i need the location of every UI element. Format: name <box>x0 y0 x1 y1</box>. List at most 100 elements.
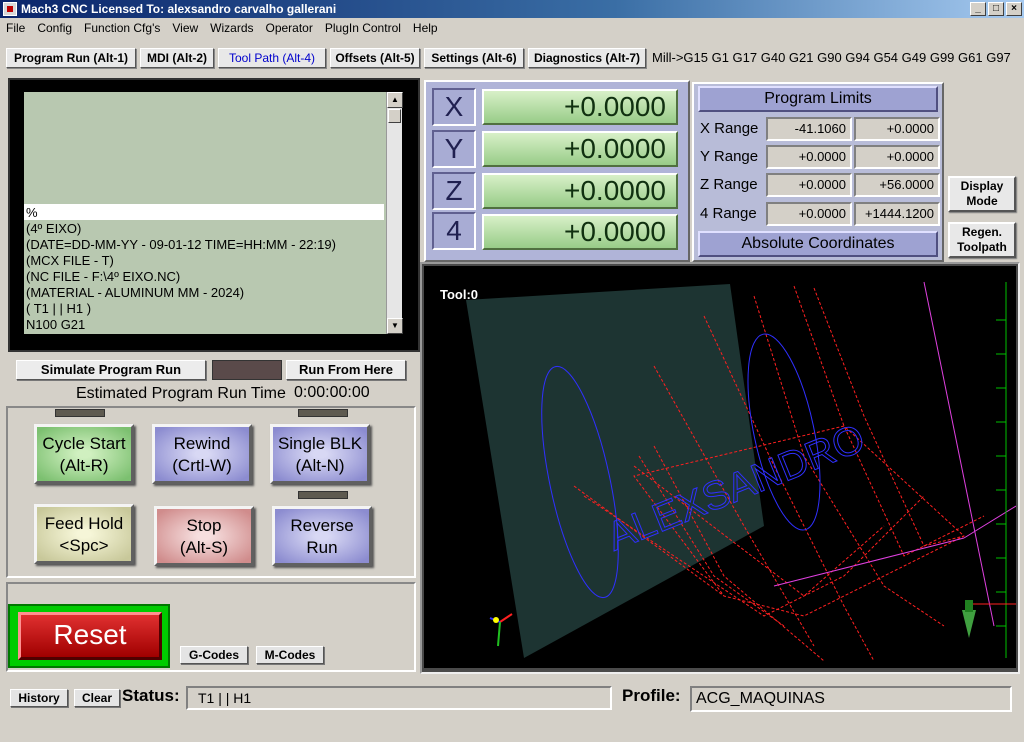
axis-x-label[interactable]: X <box>432 88 476 126</box>
menu-view[interactable]: View <box>166 21 204 35</box>
a-range-label: 4 Range <box>700 205 757 222</box>
feed-hold-hotkey: <Spc> <box>59 536 109 555</box>
rewind-button[interactable]: Rewind (Crtl-W) <box>152 424 252 484</box>
scroll-down-icon[interactable]: ▼ <box>387 318 403 334</box>
menu-help[interactable]: Help <box>407 21 444 35</box>
menu-plugin-control[interactable]: PlugIn Control <box>319 21 407 35</box>
feed-hold-button[interactable]: Feed Hold <Spc> <box>34 504 134 564</box>
feed-hold-label: Feed Hold <box>44 514 124 533</box>
gcode-line: (MCX FILE - T) <box>26 253 114 268</box>
toolpath-display[interactable]: Tool:0 ALEXSANDRO <box>424 266 1016 668</box>
scroll-thumb[interactable] <box>388 109 401 123</box>
gcode-current-line: % <box>26 205 38 220</box>
z-range-max: +56.0000 <box>854 173 940 197</box>
regen-label: Regen. <box>961 225 1002 239</box>
stop-hotkey: (Alt-S) <box>179 538 229 557</box>
tab-offsets[interactable]: Offsets (Alt-5) <box>330 48 420 68</box>
estimated-run-time-value: 0:00:00:00 <box>294 384 370 401</box>
simulate-program-run-button[interactable]: Simulate Program Run <box>16 360 206 380</box>
gcode-line: (4º EIXO) <box>26 221 82 236</box>
status-message: T1 | | H1 <box>186 686 612 710</box>
single-block-button[interactable]: Single BLK (Alt-N) <box>270 424 370 484</box>
gcode-listing[interactable]: % (4º EIXO) (DATE=DD-MM-YY - 09-01-12 TI… <box>24 92 403 334</box>
status-label: Status: <box>122 686 180 705</box>
absolute-coordinates-label[interactable]: Absolute Coordinates <box>698 231 938 257</box>
profile-label: Profile: <box>622 686 681 705</box>
dro-y-value[interactable]: +0.0000 <box>482 131 678 167</box>
dro-4-value[interactable]: +0.0000 <box>482 214 678 250</box>
cycle-start-led <box>55 409 105 417</box>
rewind-label: Rewind <box>173 434 231 453</box>
single-block-led <box>298 409 348 417</box>
axis-y-label[interactable]: Y <box>432 130 476 168</box>
gcode-line: (NC FILE - F:\4º EIXO.NC) <box>26 269 181 284</box>
y-range-max: +0.0000 <box>854 145 940 169</box>
tab-program-run[interactable]: Program Run (Alt-1) <box>6 48 136 68</box>
minimize-button[interactable]: _ <box>970 2 986 16</box>
scroll-up-icon[interactable]: ▲ <box>387 92 403 108</box>
tab-settings[interactable]: Settings (Alt-6) <box>424 48 524 68</box>
reverse-run-label: Reverse <box>290 516 354 535</box>
title-bar: Mach3 CNC Licensed To: alexsandro carval… <box>0 0 1024 18</box>
close-button[interactable]: × <box>1006 2 1022 16</box>
gcode-listing-panel: % (4º EIXO) (DATE=DD-MM-YY - 09-01-12 TI… <box>8 78 420 352</box>
tab-diagnostics[interactable]: Diagnostics (Alt-7) <box>528 48 646 68</box>
dro-z-value[interactable]: +0.0000 <box>482 173 678 209</box>
cycle-start-button[interactable]: Cycle Start (Alt-R) <box>34 424 134 484</box>
reset-button[interactable]: Reset <box>18 612 162 660</box>
stop-label: Stop <box>186 516 222 535</box>
maximize-button[interactable]: □ <box>988 2 1004 16</box>
gcode-line: ( T1 | | H1 ) <box>26 301 92 316</box>
tab-tool-path[interactable]: Tool Path (Alt-4) <box>218 48 326 68</box>
history-button[interactable]: History <box>10 689 68 707</box>
clear-button[interactable]: Clear <box>74 689 120 707</box>
z-range-label: Z Range <box>700 176 758 193</box>
profile-value: ACG_MAQUINAS <box>690 686 1012 712</box>
x-range-label: X Range <box>700 120 759 137</box>
display-mode-button[interactable]: Display Mode <box>948 176 1016 212</box>
mcodes-button[interactable]: M-Codes <box>256 646 324 664</box>
app-icon <box>3 2 17 16</box>
gcode-line: (DATE=DD-MM-YY - 09-01-12 TIME=HH:MM - 2… <box>26 237 336 252</box>
display-mode-label-2: Mode <box>966 194 998 208</box>
z-range-min: +0.0000 <box>766 173 852 197</box>
modal-gcode-state: Mill->G15 G1 G17 G40 G21 G90 G94 G54 G49… <box>652 50 1011 65</box>
y-range-label: Y Range <box>700 148 759 165</box>
axis-z-label[interactable]: Z <box>432 172 476 210</box>
menu-config[interactable]: Config <box>31 21 78 35</box>
a-range-min: +0.0000 <box>766 202 852 226</box>
reverse-run-led <box>298 491 348 499</box>
stop-button[interactable]: Stop (Alt-S) <box>154 506 254 566</box>
window-title: Mach3 CNC Licensed To: alexsandro carval… <box>21 2 337 16</box>
gcodes-button[interactable]: G-Codes <box>180 646 248 664</box>
run-from-here-button[interactable]: Run From Here <box>286 360 406 380</box>
display-mode-label: Display <box>960 179 1004 193</box>
axis-4-label[interactable]: 4 <box>432 212 476 250</box>
cycle-start-label: Cycle Start <box>42 434 126 453</box>
estimated-run-time-label: Estimated Program Run Time <box>76 385 286 402</box>
current-line-highlight <box>24 204 384 220</box>
menu-function-cfgs[interactable]: Function Cfg's <box>78 21 166 35</box>
cycle-start-hotkey: (Alt-R) <box>59 456 109 475</box>
a-range-max: +1444.1200 <box>854 202 940 226</box>
menu-file[interactable]: File <box>0 21 31 35</box>
program-limits-title: Program Limits <box>698 86 938 112</box>
single-block-label: Single BLK <box>277 434 363 453</box>
simulate-indicator <box>212 360 282 380</box>
dro-x-value[interactable]: +0.0000 <box>482 89 678 125</box>
x-range-max: +0.0000 <box>854 117 940 141</box>
menu-wizards[interactable]: Wizards <box>204 21 259 35</box>
gcode-line: (MATERIAL - ALUMINUM MM - 2024) <box>26 285 245 300</box>
screen-tabs: Program Run (Alt-1) MDI (Alt-2) Tool Pat… <box>0 40 1024 70</box>
regen-label-2: Toolpath <box>957 240 1007 254</box>
tab-mdi[interactable]: MDI (Alt-2) <box>140 48 214 68</box>
reverse-run-button[interactable]: Reverse Run <box>272 506 372 566</box>
single-block-hotkey: (Alt-N) <box>295 456 345 475</box>
y-range-min: +0.0000 <box>766 145 852 169</box>
tool-label: Tool:0 <box>440 287 478 302</box>
rewind-hotkey: (Crtl-W) <box>172 456 232 475</box>
regen-toolpath-button[interactable]: Regen. Toolpath <box>948 222 1016 258</box>
gcode-line: N100 G21 <box>26 317 86 332</box>
gcode-scrollbar[interactable]: ▲ ▼ <box>386 92 403 334</box>
menu-operator[interactable]: Operator <box>260 21 319 35</box>
